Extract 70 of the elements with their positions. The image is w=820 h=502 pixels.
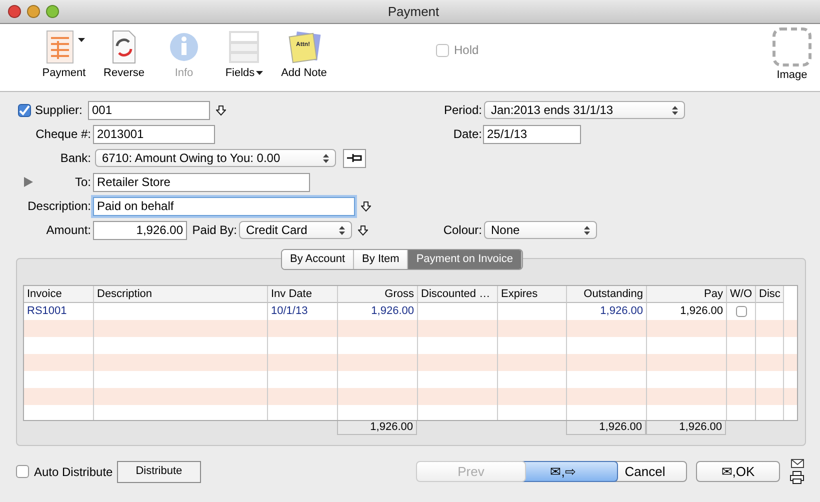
- tool-label[interactable]: Reverse: [104, 64, 144, 81]
- column-header[interactable]: W/O: [727, 286, 756, 303]
- pin-icon: [347, 153, 363, 163]
- stepper-icon: [584, 226, 590, 234]
- total-cell: 1,926.00: [337, 421, 417, 435]
- caret-icon: [256, 70, 263, 76]
- tool-label[interactable]: Payment: [42, 64, 86, 81]
- close-button[interactable]: [8, 5, 21, 18]
- auto-distribute-checkbox[interactable]: [16, 465, 29, 478]
- tab[interactable]: By Account: [282, 250, 354, 268]
- colour-select[interactable]: None: [484, 221, 597, 239]
- caret-icon: [78, 38, 84, 42]
- stepper-icon: [672, 106, 678, 114]
- minimize-button[interactable]: [27, 5, 40, 18]
- column-header[interactable]: Inv Date: [268, 286, 338, 303]
- tool-label: Info: [174, 66, 194, 80]
- auto-distribute-label: Auto Distribute: [34, 464, 113, 480]
- date-field[interactable]: 25/1/13: [483, 124, 581, 144]
- checkmark-icon: [19, 104, 30, 116]
- amount-field[interactable]: 1,926.00: [93, 220, 187, 240]
- tool-label[interactable]: Fields: [225, 64, 255, 81]
- total-cell: 1,926.00: [566, 421, 646, 435]
- image-label: Image: [776, 68, 808, 82]
- column-header[interactable]: Invoice: [24, 286, 94, 303]
- pin-button[interactable]: [343, 148, 366, 168]
- hold-label: Hold: [454, 42, 479, 59]
- period-label: Period:: [442, 102, 482, 119]
- supplier-field[interactable]: 001: [88, 100, 210, 120]
- supplier-checkbox[interactable]: [18, 104, 31, 116]
- window-title: Payment: [386, 2, 440, 21]
- total-cell: 1,926.00: [646, 421, 726, 435]
- column-header[interactable]: Description: [94, 286, 268, 303]
- column-header[interactable]: Discounted …: [418, 286, 498, 303]
- amount-label: Amount:: [45, 222, 91, 239]
- tool-label[interactable]: Add Note: [281, 64, 327, 81]
- down-arrow-icon[interactable]: [361, 200, 371, 212]
- write-off-checkbox[interactable]: [736, 306, 746, 317]
- envelope-icon[interactable]: [790, 459, 804, 468]
- stepper-icon: [339, 226, 345, 234]
- description-field[interactable]: Paid on behalf: [93, 196, 355, 216]
- description-label: Description:: [26, 198, 91, 215]
- column-header[interactable]: Pay: [647, 286, 727, 303]
- column-header[interactable]: Disc: [756, 286, 784, 303]
- zoom-button[interactable]: [46, 5, 59, 18]
- to-field[interactable]: Retailer Store: [93, 172, 310, 192]
- stepper-icon: [323, 154, 329, 162]
- tab[interactable]: Payment on Invoice: [408, 250, 522, 268]
- column-header[interactable]: Gross: [338, 286, 418, 303]
- paid-by-label: Paid By:: [191, 222, 237, 239]
- tab[interactable]: By Item: [354, 250, 408, 268]
- distribute-button[interactable]: Distribute: [116, 460, 202, 482]
- period-select[interactable]: Jan:2013 ends 31/1/13: [484, 101, 685, 119]
- cheque-label: Cheque #:: [34, 126, 91, 143]
- bank-select[interactable]: 6710: Amount Owing to You: 0.00: [95, 149, 336, 167]
- cheque-field[interactable]: 2013001: [93, 124, 215, 144]
- fields-icon[interactable]: [227, 28, 261, 64]
- column-header[interactable]: Outstanding: [567, 286, 647, 303]
- paid-by-select[interactable]: Credit Card: [239, 221, 352, 239]
- down-arrow-icon[interactable]: [358, 224, 368, 236]
- column-header[interactable]: Expires: [498, 286, 567, 303]
- printer-icon[interactable]: [790, 471, 804, 484]
- dialog-button: Prev: [416, 461, 526, 482]
- colour-label: Colour:: [442, 222, 482, 239]
- supplier-label: Supplier:: [35, 102, 84, 119]
- date-label: Date:: [452, 126, 482, 143]
- down-arrow-icon[interactable]: [216, 104, 226, 116]
- to-label: To:: [74, 174, 91, 191]
- disclosure-triangle-icon[interactable]: [24, 177, 33, 187]
- dialog-button[interactable]: ✉,OK: [696, 461, 780, 482]
- bank-label: Bank:: [59, 150, 91, 167]
